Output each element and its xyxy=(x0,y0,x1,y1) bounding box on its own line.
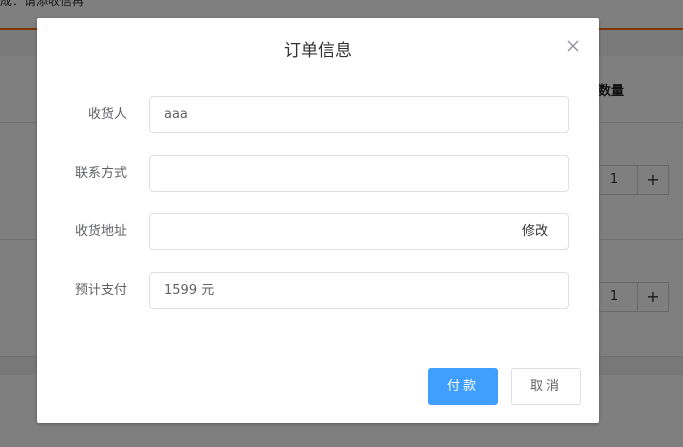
contact-input[interactable] xyxy=(149,155,569,192)
order-info-dialog: 订单信息 收货人 联系方式 收货地址 修改 预计支付 1599 元 付款 取消 xyxy=(37,18,599,423)
pay-button[interactable]: 付款 xyxy=(428,368,498,405)
contact-label: 联系方式 xyxy=(74,166,127,181)
receiver-input[interactable] xyxy=(149,96,569,133)
payment-row: 预计支付 1599 元 xyxy=(37,272,599,309)
receiver-row: 收货人 xyxy=(37,96,599,133)
address-row: 收货地址 修改 xyxy=(37,213,599,250)
contact-row: 联系方式 xyxy=(37,155,599,192)
payment-amount-field: 1599 元 xyxy=(149,272,569,309)
dialog-title: 订单信息 xyxy=(284,41,352,61)
receiver-label: 收货人 xyxy=(87,107,127,122)
address-field[interactable] xyxy=(149,213,569,250)
payment-label: 预计支付 xyxy=(74,283,127,298)
cancel-button[interactable]: 取消 xyxy=(511,368,581,405)
close-icon[interactable] xyxy=(565,38,581,54)
edit-address-link[interactable]: 修改 xyxy=(522,213,548,250)
address-label: 收货地址 xyxy=(74,224,127,239)
